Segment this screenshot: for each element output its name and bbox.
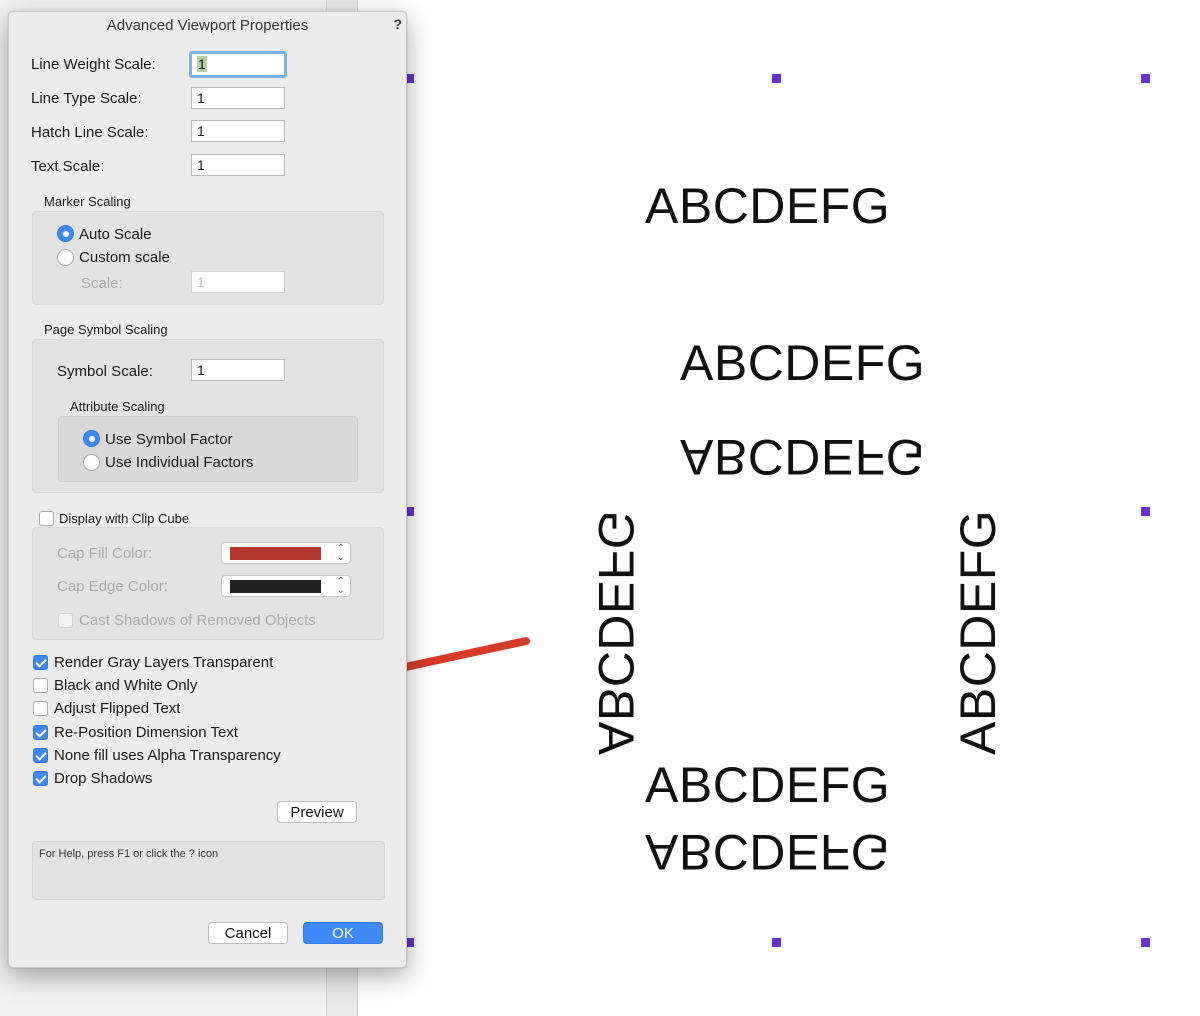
preview-button[interactable]: Preview <box>277 801 357 823</box>
cast-shadows-label: Cast Shadows of Removed Objects <box>79 612 316 629</box>
cap-fill-color-popup[interactable]: ⌃ ⌄ <box>221 542 351 564</box>
cancel-button[interactable]: Cancel <box>208 922 288 944</box>
hatch-line-scale-input[interactable]: 1 <box>191 120 285 142</box>
custom-scale-radio[interactable] <box>57 249 74 266</box>
reposition-dimension-text-label[interactable]: Re-Position Dimension Text <box>54 724 238 741</box>
cap-edge-color-popup[interactable]: ⌃ ⌄ <box>221 575 351 597</box>
adjust-flipped-text-checkbox[interactable] <box>33 701 48 716</box>
line-weight-scale-label: Line Weight Scale: <box>31 56 156 73</box>
line-type-scale-label: Line Type Scale: <box>31 90 142 107</box>
marker-scale-label: Scale: <box>81 275 123 292</box>
drop-shadows-label[interactable]: Drop Shadows <box>54 770 152 787</box>
text-scale-input[interactable]: 1 <box>191 154 285 176</box>
auto-scale-radio[interactable] <box>57 225 74 242</box>
cap-edge-color-swatch <box>230 580 321 593</box>
attribute-scaling-group <box>58 416 358 482</box>
black-and-white-only-checkbox[interactable] <box>33 678 48 693</box>
page-symbol-scaling-label: Page Symbol Scaling <box>44 322 168 337</box>
text-scale-label: Text Scale: <box>31 158 105 175</box>
use-symbol-factor-radio[interactable] <box>83 430 100 447</box>
marker-scaling-label: Marker Scaling <box>44 194 131 209</box>
cap-fill-color-swatch <box>230 547 321 560</box>
stepper-icon: ⌃ ⌄ <box>336 543 345 563</box>
adjust-flipped-text-label[interactable]: Adjust Flipped Text <box>54 700 180 717</box>
line-weight-scale-input[interactable]: 1 <box>189 51 287 78</box>
display-with-clip-cube-label[interactable]: Display with Clip Cube <box>59 511 189 526</box>
marker-scale-input[interactable]: 1 <box>191 271 285 293</box>
help-text: For Help, press F1 or click the ? icon <box>39 848 219 860</box>
dialog-title: Advanced Viewport Properties <box>106 17 309 34</box>
render-gray-layers-checkbox[interactable] <box>33 655 48 670</box>
cap-fill-color-label: Cap Fill Color: <box>57 545 153 562</box>
render-gray-layers-label[interactable]: Render Gray Layers Transparent <box>54 654 273 671</box>
dialog-titlebar[interactable]: Advanced Viewport Properties ? <box>9 12 406 38</box>
help-box: For Help, press F1 or click the ? icon <box>32 841 385 900</box>
use-symbol-factor-label[interactable]: Use Symbol Factor <box>105 431 233 448</box>
line-type-scale-input[interactable]: 1 <box>191 87 285 109</box>
stepper-icon: ⌃ ⌄ <box>336 576 345 596</box>
black-and-white-only-label[interactable]: Black and White Only <box>54 677 197 694</box>
none-fill-alpha-label[interactable]: None fill uses Alpha Transparency <box>54 747 281 764</box>
symbol-scale-label: Symbol Scale: <box>57 363 153 380</box>
symbol-scale-input[interactable]: 1 <box>191 359 285 381</box>
use-individual-factors-label[interactable]: Use Individual Factors <box>105 454 253 471</box>
none-fill-alpha-checkbox[interactable] <box>33 748 48 763</box>
advanced-viewport-properties-dialog: Advanced Viewport Properties ? Line Weig… <box>8 11 407 968</box>
attribute-scaling-label: Attribute Scaling <box>70 399 165 414</box>
use-individual-factors-radio[interactable] <box>83 454 100 471</box>
ok-button[interactable]: OK <box>303 922 383 944</box>
custom-scale-label[interactable]: Custom scale <box>79 249 170 266</box>
line-weight-scale-value: 1 <box>197 56 207 72</box>
auto-scale-label[interactable]: Auto Scale <box>79 226 152 243</box>
drop-shadows-checkbox[interactable] <box>33 771 48 786</box>
cap-edge-color-label: Cap Edge Color: <box>57 578 168 595</box>
help-icon[interactable]: ? <box>393 16 402 32</box>
display-with-clip-cube-checkbox[interactable] <box>39 511 54 526</box>
hatch-line-scale-label: Hatch Line Scale: <box>31 124 149 141</box>
cast-shadows-checkbox[interactable] <box>58 613 73 628</box>
reposition-dimension-text-checkbox[interactable] <box>33 725 48 740</box>
